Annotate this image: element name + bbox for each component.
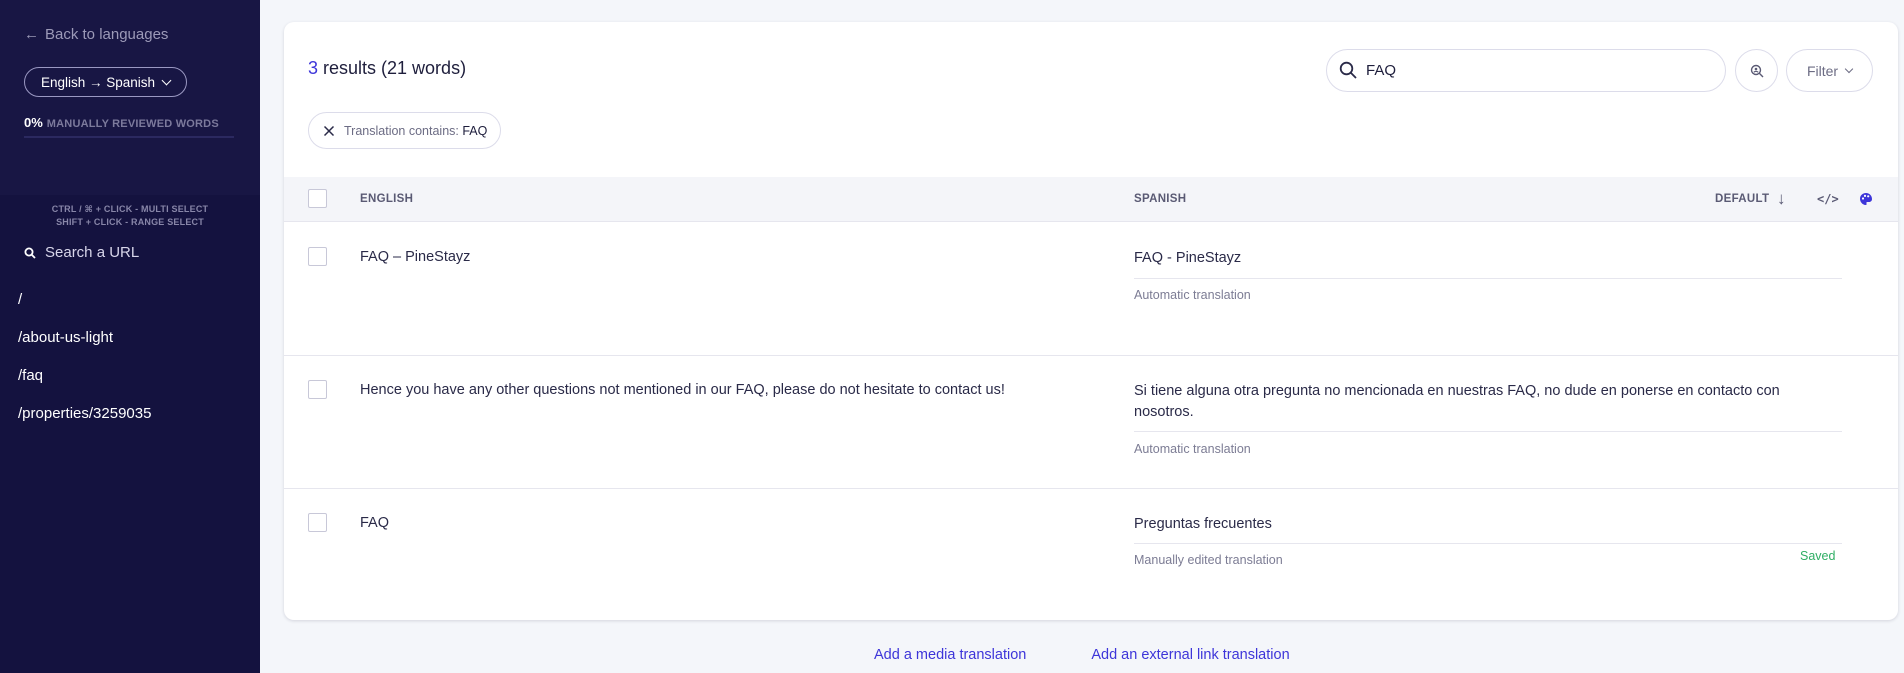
- source-text: FAQ: [360, 515, 390, 531]
- url-item[interactable]: /properties/3259035: [18, 402, 151, 440]
- arrow-left-icon: ←: [24, 25, 39, 43]
- search-icon: [24, 247, 36, 259]
- row-checkbox[interactable]: [308, 513, 327, 532]
- selection-hints: CTRL / ⌘ + CLICK - MULTI SELECT SHIFT + …: [0, 203, 260, 229]
- table-header: ENGLISH SPANISH DEFAULT ↓ </>: [284, 177, 1898, 222]
- add-media-translation-link[interactable]: Add a media translation: [874, 647, 1026, 663]
- table-row[interactable]: FAQ – PineStayz FAQ - PineStayz Automati…: [284, 223, 1898, 356]
- back-to-languages-link[interactable]: ← Back to languages: [24, 24, 236, 44]
- translation-search: [1326, 49, 1726, 92]
- column-spanish: SPANISH: [1134, 193, 1187, 205]
- filter-chip-prefix: Translation contains:: [344, 123, 463, 138]
- select-all-checkbox[interactable]: [308, 189, 327, 208]
- result-count: 3: [308, 58, 319, 78]
- url-item[interactable]: /faq: [18, 364, 151, 402]
- hint-multi-select: CTRL / ⌘ + CLICK - MULTI SELECT: [51, 204, 209, 214]
- url-search-input[interactable]: [45, 244, 245, 261]
- arrow-down-icon[interactable]: ↓: [1777, 189, 1786, 209]
- translations-card: 3 results (21 words) Filter Translation …: [284, 22, 1898, 620]
- close-icon[interactable]: [323, 125, 335, 137]
- code-icon[interactable]: </>: [1817, 192, 1839, 206]
- filter-chip-label: Translation contains: FAQ: [344, 124, 487, 138]
- url-search: [24, 244, 245, 261]
- row-checkbox[interactable]: [308, 380, 327, 399]
- review-progress: 0% MANUALLY REVIEWED WORDS: [24, 115, 236, 130]
- back-link-label: Back to languages: [45, 25, 169, 43]
- column-english: ENGLISH: [360, 193, 414, 205]
- target-text[interactable]: Preguntas frecuentes: [1134, 514, 1834, 535]
- translation-status: Automatic translation: [1134, 288, 1251, 302]
- sidebar-header: ← Back to languages English → Spanish 0%…: [0, 0, 260, 195]
- result-text: results (21 words): [318, 58, 467, 78]
- saved-status: Saved: [1800, 549, 1836, 563]
- sidebar: ← Back to languages English → Spanish 0%…: [0, 0, 260, 673]
- filter-chip: Translation contains: FAQ: [308, 112, 502, 149]
- row-divider: [1134, 543, 1842, 544]
- row-divider: [1134, 278, 1842, 279]
- table-row[interactable]: FAQ Preguntas frecuentes Manually edited…: [284, 489, 1898, 620]
- language-pair-label: English → Spanish: [41, 74, 156, 90]
- language-pair-dropdown[interactable]: English → Spanish: [24, 67, 188, 97]
- review-progress-bar: [24, 136, 234, 138]
- palette-icon[interactable]: [1859, 192, 1873, 206]
- filter-label: Filter: [1806, 62, 1839, 79]
- bottom-links: Add a media translation Add an external …: [874, 647, 1290, 663]
- chevron-down-icon: [161, 75, 172, 85]
- sort-default[interactable]: DEFAULT: [1715, 193, 1769, 205]
- translation-status: Manually edited translation: [1134, 553, 1283, 567]
- source-text: Hence you have any other questions not m…: [360, 382, 1005, 398]
- translation-search-input[interactable]: [1366, 62, 1706, 79]
- url-item[interactable]: /: [18, 288, 151, 326]
- translation-status: Automatic translation: [1134, 442, 1251, 456]
- filter-button[interactable]: Filter: [1786, 49, 1873, 92]
- search-icon: [1339, 61, 1357, 79]
- add-external-link-translation-link[interactable]: Add an external link translation: [1091, 647, 1289, 663]
- hint-range-select: SHIFT + CLICK - RANGE SELECT: [56, 217, 204, 227]
- search-person-icon: [1750, 64, 1763, 77]
- search-person-button[interactable]: [1735, 49, 1778, 92]
- row-divider: [1134, 431, 1842, 432]
- results-summary: 3 results (21 words): [308, 58, 466, 79]
- review-label: MANUALLY REVIEWED WORDS: [46, 118, 219, 130]
- url-item[interactable]: /about-us-light: [18, 326, 151, 364]
- target-text[interactable]: FAQ - PineStayz: [1134, 248, 1834, 269]
- url-list: / /about-us-light /faq /properties/32590…: [18, 288, 151, 440]
- table-row[interactable]: Hence you have any other questions not m…: [284, 356, 1898, 489]
- row-checkbox[interactable]: [308, 247, 327, 266]
- target-text[interactable]: Si tiene alguna otra pregunta no mencion…: [1134, 381, 1834, 423]
- review-percent: 0%: [24, 115, 43, 130]
- filter-chip-value: FAQ: [462, 123, 488, 138]
- chevron-down-icon: [1844, 64, 1854, 73]
- source-text: FAQ – PineStayz: [360, 249, 471, 265]
